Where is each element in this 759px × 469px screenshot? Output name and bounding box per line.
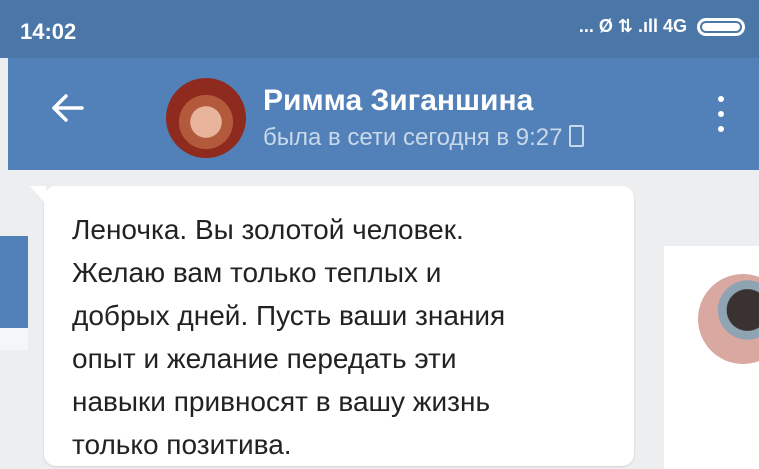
- background-strip: [0, 236, 28, 328]
- battery-icon: [697, 17, 745, 36]
- background-strip-light: [0, 328, 28, 350]
- status-indicators: ... Ø ⇅ .ıll 4G: [578, 16, 687, 36]
- contact-status: была в сети сегодня в 9:27: [263, 124, 584, 152]
- more-vert-icon[interactable]: [716, 96, 726, 132]
- chat-header: Римма Зиганшина была в сети сегодня в 9:…: [8, 58, 759, 170]
- status-icons: ... Ø ⇅ .ıll 4G: [579, 16, 745, 37]
- message-bubble[interactable]: Леночка. Вы золотой человек. Желаю вам т…: [30, 186, 634, 466]
- contact-name[interactable]: Римма Зиганшина: [263, 84, 533, 118]
- contact-status-text: была в сети сегодня в 9:27: [263, 124, 563, 151]
- status-time: 14:02: [20, 19, 77, 44]
- avatar[interactable]: [698, 274, 759, 364]
- avatar[interactable]: [166, 78, 246, 158]
- phone-icon: [568, 125, 584, 147]
- status-bar: 14:02 ... Ø ⇅ .ıll 4G: [0, 0, 759, 58]
- message-text: Леночка. Вы золотой человек. Желаю вам т…: [72, 214, 506, 460]
- overlay-panel: [664, 246, 759, 469]
- back-arrow-icon[interactable]: [48, 88, 88, 128]
